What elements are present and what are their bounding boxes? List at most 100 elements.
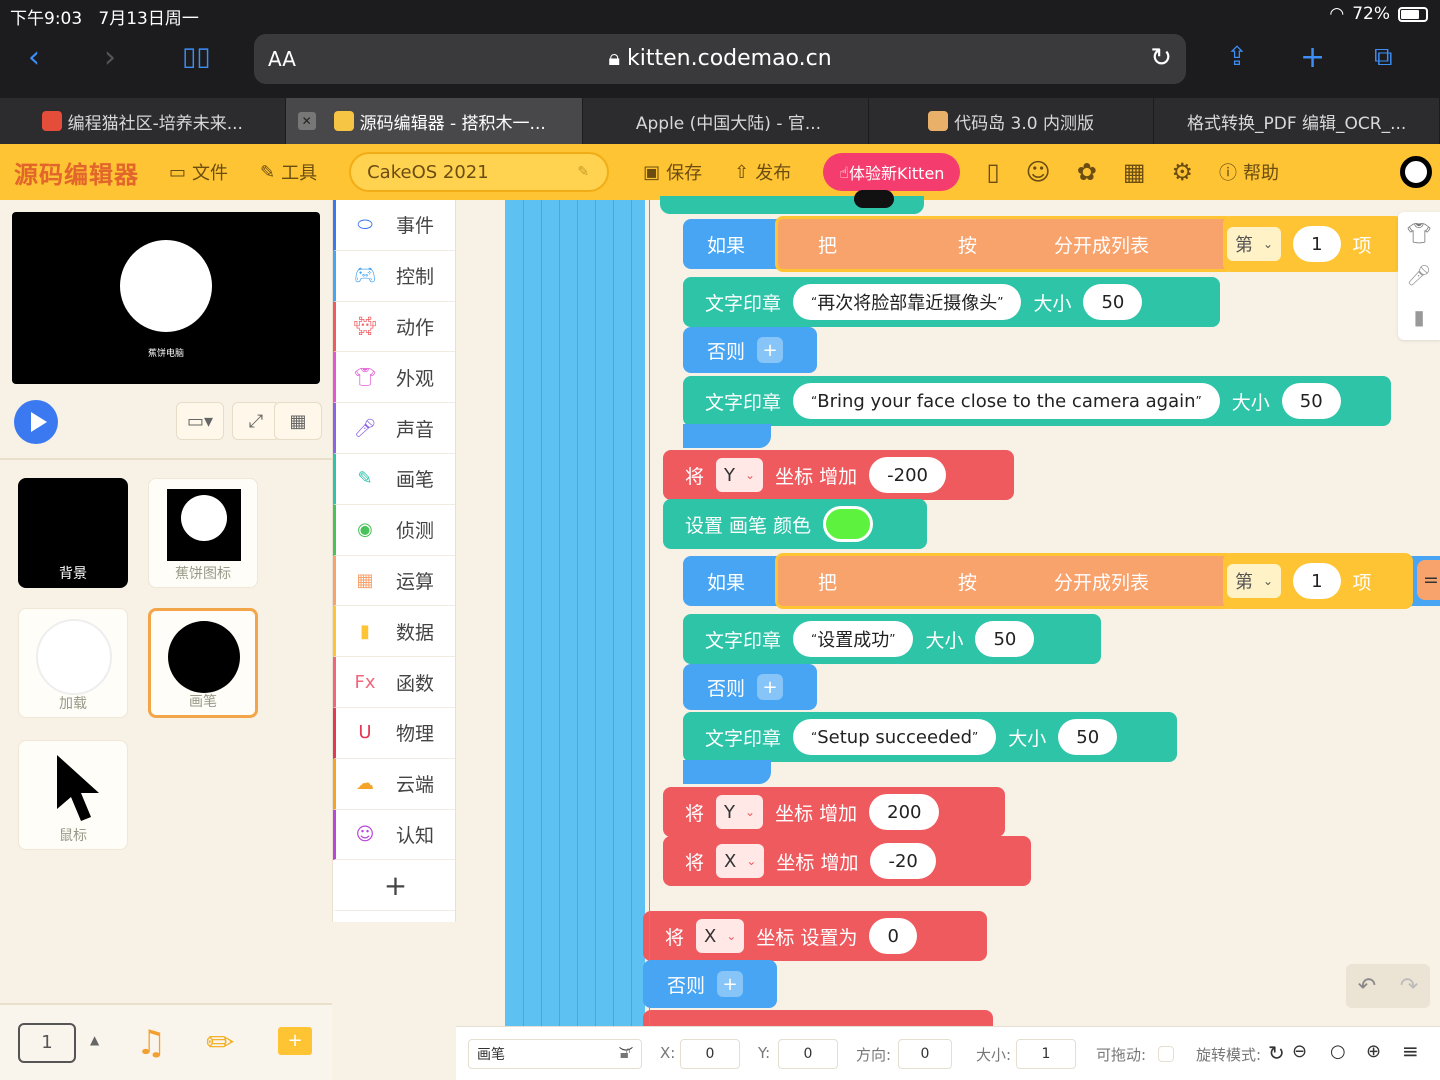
if-block-2[interactable]: 如果 把按分开成列表 第 ⌄ 1 项 =: [683, 553, 1440, 609]
category-3[interactable]: 👕︎ 外观: [333, 352, 455, 404]
url-text[interactable]: kitten.codemao.cn: [627, 46, 832, 71]
pen-color-swatch[interactable]: [823, 506, 874, 542]
stage-preview[interactable]: 蕉饼电脑: [12, 212, 320, 384]
category-0[interactable]: ⬭ 事件: [333, 200, 455, 251]
status-time: 下午9:03: [10, 9, 83, 29]
change-y-block-2[interactable]: 将 Y ⌄ 坐标 增加 200: [663, 787, 1005, 837]
change-y-block-1[interactable]: 将 Y ⌄ 坐标 增加 -200: [663, 450, 1014, 500]
bookmarks-icon[interactable]: ▯▯: [182, 42, 211, 72]
category-6[interactable]: ◉ 侦测: [333, 504, 455, 556]
set-x-block[interactable]: 将 X ⌄ 坐标 设置为 0: [643, 911, 987, 961]
browser-tab-2[interactable]: ✕ 源码编辑器 - 搭积木一...: [285, 98, 584, 144]
category-icon: 👕︎: [353, 366, 377, 388]
chart-icon[interactable]: ▮: [1398, 296, 1440, 338]
text-stamp-block-2[interactable]: 文字印章 “Bring your face close to the camer…: [683, 376, 1391, 426]
browser-tab-1[interactable]: 编程猫社区-培养未来...: [0, 98, 286, 144]
category-8[interactable]: ▮ 数据: [333, 606, 455, 658]
axis-dropdown: X ⌄: [716, 844, 765, 878]
robot-icon[interactable]: ☺: [1026, 158, 1051, 186]
back-icon[interactable]: ‹: [28, 40, 40, 75]
undo-icon[interactable]: ↶: [1358, 974, 1376, 999]
draggable-checkbox[interactable]: [1158, 1046, 1174, 1062]
add-folder-icon[interactable]: +: [278, 1027, 312, 1055]
share-icon[interactable]: ⇪: [1226, 42, 1248, 72]
reload-icon[interactable]: ↻: [1150, 43, 1172, 73]
scene-selector[interactable]: 1: [18, 1023, 76, 1063]
pencil-icon[interactable]: ✏: [206, 1023, 235, 1063]
tablet-icon[interactable]: ▯: [986, 158, 999, 186]
forward-icon[interactable]: ›: [104, 40, 116, 75]
sprite-name-input[interactable]: 画笔 ︶: [468, 1039, 642, 1069]
battery-icon: [1398, 6, 1428, 22]
y-input[interactable]: 0: [778, 1039, 838, 1069]
sprite-card-selected[interactable]: 画笔: [148, 608, 258, 718]
tools-menu[interactable]: ✎ 工具: [260, 159, 317, 185]
text-stamp-block-3[interactable]: 文字印章 “设置成功” 大小 50: [683, 614, 1101, 664]
costume-icon[interactable]: 👕︎: [1398, 212, 1440, 254]
screen-mode-icon: ▭▾: [186, 410, 214, 432]
run-button[interactable]: [14, 400, 58, 444]
sprite-card[interactable]: 背景: [18, 478, 128, 588]
settings-gear-icon[interactable]: ⚙: [1172, 158, 1194, 186]
project-name-input[interactable]: CakeOS 2021 ✎: [349, 152, 610, 192]
size-input[interactable]: 1: [1016, 1039, 1076, 1069]
lock-icon[interactable]: 🔓︎: [620, 1043, 630, 1063]
user-avatar[interactable]: [1400, 156, 1432, 188]
category-4[interactable]: 🎤︎ 声音: [333, 403, 455, 454]
close-tab-icon[interactable]: ✕: [297, 112, 316, 130]
help-button[interactable]: ⓘ 帮助: [1219, 159, 1279, 185]
menu-icon[interactable]: ≡: [1402, 1039, 1419, 1063]
add-branch-icon[interactable]: +: [757, 674, 784, 700]
grid-button[interactable]: ▦: [274, 402, 322, 440]
category-10[interactable]: U 物理: [333, 707, 455, 759]
x-input[interactable]: 0: [680, 1039, 740, 1069]
category-12[interactable]: ☺ 认知: [333, 809, 455, 861]
fullscreen-icon: ⤢: [248, 410, 264, 432]
calendar-icon[interactable]: ▦: [1123, 158, 1146, 186]
direction-input[interactable]: 0: [898, 1039, 952, 1069]
browser-toolbar: ‹ › ▯▯ AA 🔒︎ kitten.codemao.cn ↻ ⇪ + ⧉: [0, 28, 1440, 98]
category-2[interactable]: 👾︎ 动作: [333, 301, 455, 353]
zoom-reset-icon[interactable]: ○: [1330, 1041, 1346, 1062]
file-menu[interactable]: ▭ 文件: [169, 159, 228, 185]
try-new-kitten-button[interactable]: ☝ 体验新Kitten: [823, 153, 961, 191]
change-x-block[interactable]: 将 X ⌄ 坐标 增加 -20: [663, 836, 1031, 886]
category-11[interactable]: ☁ 云端: [333, 758, 455, 810]
browser-tabs: 编程猫社区-培养未来... ✕ 源码编辑器 - 搭积木一... Apple (中国…: [0, 98, 1440, 144]
sprite-card[interactable]: 蕉饼图标: [148, 478, 258, 588]
else-label-2: 否则 +: [683, 664, 817, 710]
tabs-overview-icon[interactable]: ⧉: [1374, 42, 1393, 73]
address-bar[interactable]: AA 🔒︎ kitten.codemao.cn ↻: [254, 34, 1186, 84]
zoom-in-icon[interactable]: ⊕: [1366, 1041, 1381, 1062]
save-button[interactable]: ▣ 保存: [643, 159, 702, 185]
redo-icon[interactable]: ↷: [1400, 974, 1418, 999]
zoom-out-icon[interactable]: ⊖: [1292, 1041, 1307, 1062]
publish-button[interactable]: ⇧ 发布: [734, 159, 791, 185]
screen-mode-button[interactable]: ▭▾: [176, 402, 224, 440]
category-5[interactable]: ✎ 画笔: [333, 453, 455, 505]
sprite-card[interactable]: 加载: [18, 608, 128, 718]
browser-tab-5[interactable]: 格式转换_PDF 编辑_OCR_...: [1154, 98, 1440, 144]
codemao-community-favicon: [41, 111, 62, 131]
scene-dropdown-icon[interactable]: ▲: [90, 1033, 99, 1047]
category-7[interactable]: ▦ 运算: [333, 555, 455, 607]
text-stamp-block-4[interactable]: 文字印章 “Setup succeeded” 大小 50: [683, 712, 1177, 762]
category-1[interactable]: 🎮︎ 控制: [333, 250, 455, 302]
folder-icon: ▭: [169, 161, 187, 183]
browser-tab-3[interactable]: Apple (中国大陆) - 官...: [583, 98, 869, 144]
microphone-icon[interactable]: 🎤︎: [1398, 254, 1440, 296]
browser-tab-4[interactable]: 代码岛 3.0 内测版: [869, 98, 1155, 144]
new-tab-icon[interactable]: +: [1300, 40, 1325, 75]
add-branch-icon[interactable]: +: [717, 971, 744, 997]
set-pen-color-block[interactable]: 设置 画笔 颜色: [663, 499, 927, 549]
extensions-icon[interactable]: ✿: [1077, 158, 1097, 186]
music-icon[interactable]: ♫: [136, 1023, 166, 1063]
category-9[interactable]: Fx 函数: [333, 657, 455, 708]
if-block-1[interactable]: 如果 把按分开成列表 第 ⌄ 1 项: [683, 216, 1403, 272]
text-stamp-block-1[interactable]: 文字印章 “再次将脸部靠近摄像头” 大小 50: [683, 277, 1220, 327]
add-branch-icon[interactable]: +: [757, 337, 784, 363]
sprite-card[interactable]: 鼠标: [18, 740, 128, 850]
add-extension-button[interactable]: +: [333, 860, 455, 912]
rotation-mode-icon[interactable]: ↻: [1268, 1041, 1285, 1065]
fullscreen-button[interactable]: ⤢: [232, 402, 280, 440]
